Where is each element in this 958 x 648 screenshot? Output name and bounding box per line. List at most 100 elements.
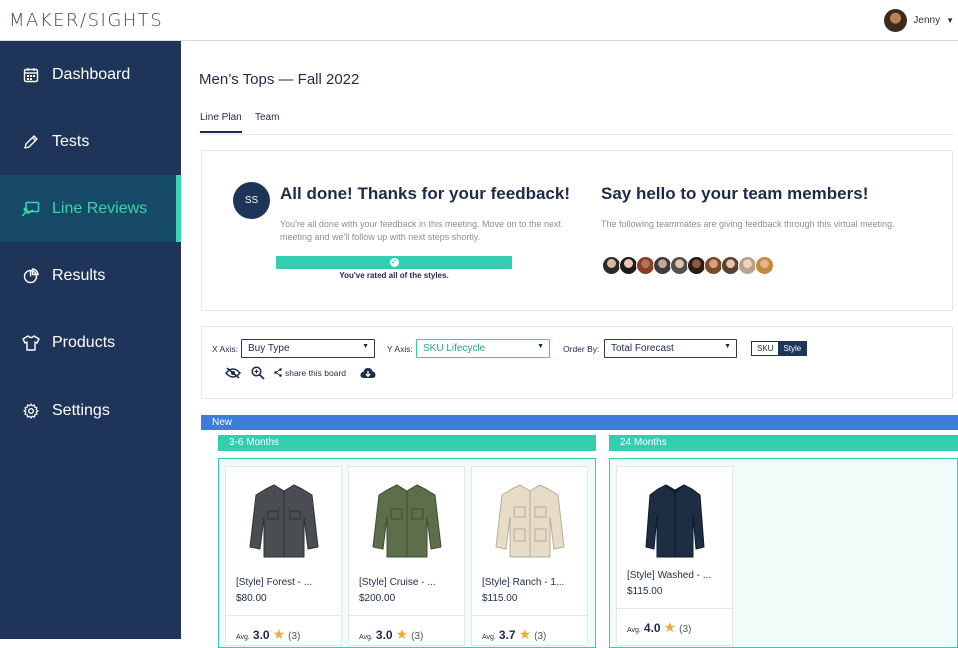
product-price: $115.00 — [482, 593, 518, 604]
avg-value: 3.0 — [375, 628, 393, 642]
gear-icon — [22, 402, 40, 420]
sidebar-item-products[interactable]: Products — [0, 309, 181, 376]
rating-count: (3) — [288, 631, 301, 642]
top-bar: MAKER/SIGHTS Jenny ▼ — [0, 0, 958, 41]
zoom-in-icon[interactable] — [249, 365, 266, 380]
tab-line-plan[interactable]: Line Plan — [200, 112, 242, 133]
product-card[interactable]: [Style] Forest - ... $80.00 Avg. 3.0 ★ (… — [225, 466, 342, 646]
avg-value: 4.0 — [643, 621, 661, 635]
feedback-title: All done! Thanks for your feedback! — [280, 184, 570, 203]
product-rating: Avg. 3.0 ★ (3) — [236, 626, 300, 643]
rating-count: (3) — [534, 631, 547, 642]
toggle-sku[interactable]: SKU — [752, 342, 778, 355]
x-axis-value: Buy Type — [248, 343, 290, 354]
avg-label: Avg. — [482, 634, 496, 641]
product-image[interactable] — [226, 467, 341, 575]
share-icon — [274, 368, 282, 377]
tab-bar: Line Plan Team — [199, 108, 953, 135]
product-card[interactable]: [Style] Washed - ... $115.00 Avg. 4.0 ★ … — [616, 466, 733, 646]
product-image[interactable] — [617, 467, 732, 575]
chevron-down-icon: ▼ — [362, 343, 369, 350]
divider — [617, 608, 732, 609]
star-icon: ★ — [272, 626, 286, 642]
team-avatars — [602, 256, 774, 275]
group-header: 3-6 Months — [218, 435, 596, 451]
product-card[interactable]: [Style] Ranch - 1... $115.00 Avg. 3.7 ★ … — [471, 466, 588, 646]
avg-label: Avg. — [627, 627, 641, 634]
team-message: The following teammates are giving feedb… — [601, 219, 895, 229]
sidebar-item-tests[interactable]: Tests — [0, 108, 181, 175]
sidebar-item-results[interactable]: Results — [0, 242, 181, 309]
order-by-value: Total Forecast — [611, 343, 674, 354]
pencil-icon — [22, 133, 40, 151]
check-icon: ✓ — [389, 258, 399, 267]
product-price: $80.00 — [236, 593, 267, 604]
feedback-card: SS All done! Thanks for your feedback! Y… — [201, 150, 953, 311]
product-name: [Style] Ranch - 1... — [482, 577, 565, 588]
avatar[interactable] — [755, 256, 774, 275]
order-by-label: Order By: — [563, 344, 600, 354]
user-initials-badge: SS — [233, 182, 270, 219]
sidebar-item-settings[interactable]: Settings — [0, 377, 181, 444]
user-menu[interactable]: Jenny ▼ — [884, 9, 954, 32]
sku-style-toggle[interactable]: SKU Style — [751, 341, 808, 356]
rating-count: (3) — [411, 631, 424, 642]
star-icon: ★ — [663, 619, 677, 635]
sidebar-item-label: Tests — [52, 132, 90, 150]
group-header: 24 Months — [609, 435, 958, 451]
calendar-icon — [22, 66, 40, 84]
star-icon: ★ — [518, 626, 532, 642]
lane-header-new: New — [201, 415, 958, 430]
presentation-icon — [22, 200, 40, 218]
sidebar-item-label: Products — [52, 333, 116, 351]
y-axis-value: SKU Lifecycle — [423, 343, 486, 354]
avg-value: 3.0 — [252, 628, 270, 642]
avg-label: Avg. — [359, 634, 373, 641]
sidebar-item-dashboard[interactable]: Dashboard — [0, 41, 181, 108]
progress-bar: ✓ — [276, 256, 512, 269]
sidebar: Dashboard Tests Line Reviews Results Pro… — [0, 41, 181, 639]
cloud-download-icon[interactable] — [360, 365, 377, 380]
pie-chart-icon — [22, 267, 40, 285]
product-rating: Avg. 3.7 ★ (3) — [482, 626, 546, 643]
share-label: share this board — [285, 367, 346, 378]
sidebar-item-line-reviews[interactable]: Line Reviews — [0, 175, 181, 242]
product-price: $115.00 — [627, 586, 663, 597]
filter-card: X Axis: Buy Type ▼ Y Axis: SKU Lifecycle… — [201, 326, 953, 399]
sidebar-item-label: Settings — [52, 401, 110, 419]
product-price: $200.00 — [359, 593, 396, 604]
product-image[interactable] — [349, 467, 464, 575]
x-axis-select[interactable]: Buy Type ▼ — [241, 339, 375, 358]
divider — [226, 615, 341, 616]
hide-icon[interactable] — [224, 365, 241, 380]
product-card[interactable]: [Style] Cruise - ... $200.00 Avg. 3.0 ★ … — [348, 466, 465, 646]
user-name[interactable]: Jenny — [913, 15, 940, 26]
tshirt-icon — [22, 334, 40, 352]
share-board-link[interactable]: share this board — [274, 368, 346, 378]
product-name: [Style] Forest - ... — [236, 577, 313, 588]
product-rating: Avg. 3.0 ★ (3) — [359, 626, 423, 643]
product-rating: Avg. 4.0 ★ (3) — [627, 619, 691, 636]
rating-count: (3) — [679, 624, 692, 635]
feedback-message: You're all done with your feedback in th… — [280, 219, 562, 242]
product-image[interactable] — [472, 467, 587, 575]
toggle-style[interactable]: Style — [778, 342, 807, 355]
progress-label: You've rated all of the styles. — [339, 271, 449, 280]
avatar[interactable] — [884, 9, 908, 32]
tab-team[interactable]: Team — [255, 112, 279, 131]
sidebar-item-label: Line Reviews — [52, 199, 148, 217]
app-logo[interactable]: MAKER/SIGHTS — [9, 10, 163, 31]
y-axis-label: Y Axis: — [387, 344, 413, 354]
product-name: [Style] Washed - ... — [627, 570, 712, 581]
page-title: Men’s Tops — Fall 2022 — [199, 71, 360, 88]
x-axis-label: X Axis: — [212, 344, 238, 354]
sidebar-item-label: Dashboard — [52, 65, 131, 83]
product-name: [Style] Cruise - ... — [359, 577, 436, 588]
board-tools: share this board — [224, 365, 377, 380]
order-by-select[interactable]: Total Forecast ▼ — [604, 339, 737, 358]
avg-label: Avg. — [236, 634, 250, 641]
chevron-down-icon: ▼ — [537, 343, 544, 350]
avg-value: 3.7 — [498, 628, 516, 642]
y-axis-select[interactable]: SKU Lifecycle ▼ — [416, 339, 550, 358]
chevron-down-icon[interactable]: ▼ — [946, 16, 954, 25]
